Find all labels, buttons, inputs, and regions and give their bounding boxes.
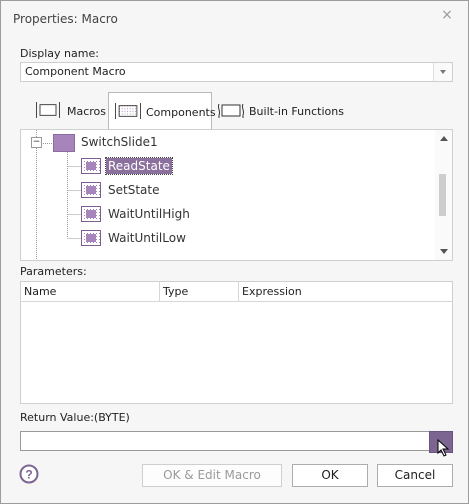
- component-macro-tree[interactable]: − SwitchSlide1 ReadState SetState WaitUn…: [20, 129, 453, 261]
- ok-button[interactable]: OK: [292, 464, 368, 487]
- close-icon[interactable]: ×: [436, 5, 458, 25]
- tree-node-readstate[interactable]: ReadState: [105, 157, 173, 175]
- tab-macros-label: Macros: [67, 105, 107, 118]
- tree-expander-icon[interactable]: −: [31, 137, 42, 148]
- tab-built-in-functions-label: Built-in Functions: [249, 105, 344, 118]
- properties-dialog: Properties: Macro × Display name: Compon…: [0, 0, 469, 504]
- parameters-label: Parameters:: [20, 265, 87, 278]
- return-value-browse-button[interactable]: [429, 431, 453, 457]
- tab-built-in-functions[interactable]: Built-in Functions: [213, 92, 344, 129]
- svg-text:?: ?: [25, 468, 32, 482]
- component-icon: [115, 103, 141, 119]
- tab-macros[interactable]: Macros: [29, 92, 107, 129]
- help-button[interactable]: ?: [19, 464, 39, 484]
- column-header-type[interactable]: Type: [160, 282, 239, 302]
- help-icon: ?: [19, 464, 39, 484]
- tab-components[interactable]: Components: [108, 92, 216, 130]
- chevron-down-icon: [440, 70, 446, 74]
- title-bar: Properties: Macro ×: [1, 1, 468, 35]
- folder-icon: [53, 134, 75, 152]
- tree-vertical-scrollbar[interactable]: [435, 130, 452, 260]
- macro-icon: [36, 102, 60, 118]
- mouse-cursor-icon: [437, 439, 450, 457]
- display-name-value: Component Macro: [25, 65, 126, 78]
- component-macro-icon: [81, 230, 101, 246]
- display-name-dropdown-button[interactable]: [433, 63, 452, 81]
- builtin-function-icon: [217, 103, 245, 118]
- component-macro-icon: [81, 158, 101, 174]
- scroll-up-arrow-icon[interactable]: [440, 136, 448, 141]
- parameters-grid[interactable]: Name Type Expression: [20, 281, 453, 404]
- return-value-label: Return Value:(BYTE): [20, 411, 130, 424]
- cancel-button[interactable]: Cancel: [377, 464, 453, 487]
- component-macro-icon: [81, 206, 101, 222]
- tree-node-waituntillow[interactable]: WaitUntilLow: [108, 231, 186, 245]
- column-header-name[interactable]: Name: [21, 282, 160, 302]
- return-value-input[interactable]: [20, 431, 430, 451]
- window-title: Properties: Macro: [13, 12, 118, 26]
- display-name-label: Display name:: [20, 47, 99, 60]
- tree-node-waituntilhigh[interactable]: WaitUntilHigh: [108, 207, 190, 221]
- display-name-field[interactable]: Component Macro: [20, 62, 453, 82]
- tree-node-setstate[interactable]: SetState: [108, 183, 159, 197]
- column-header-expression[interactable]: Expression: [239, 282, 452, 302]
- component-macro-icon: [81, 182, 101, 198]
- ok-and-edit-macro-button[interactable]: OK & Edit Macro: [142, 464, 282, 487]
- scroll-thumb[interactable]: [439, 174, 446, 216]
- tab-components-label: Components: [146, 106, 216, 119]
- scroll-down-arrow-icon[interactable]: [440, 249, 448, 254]
- tree-node-switchslide1[interactable]: SwitchSlide1: [81, 135, 158, 149]
